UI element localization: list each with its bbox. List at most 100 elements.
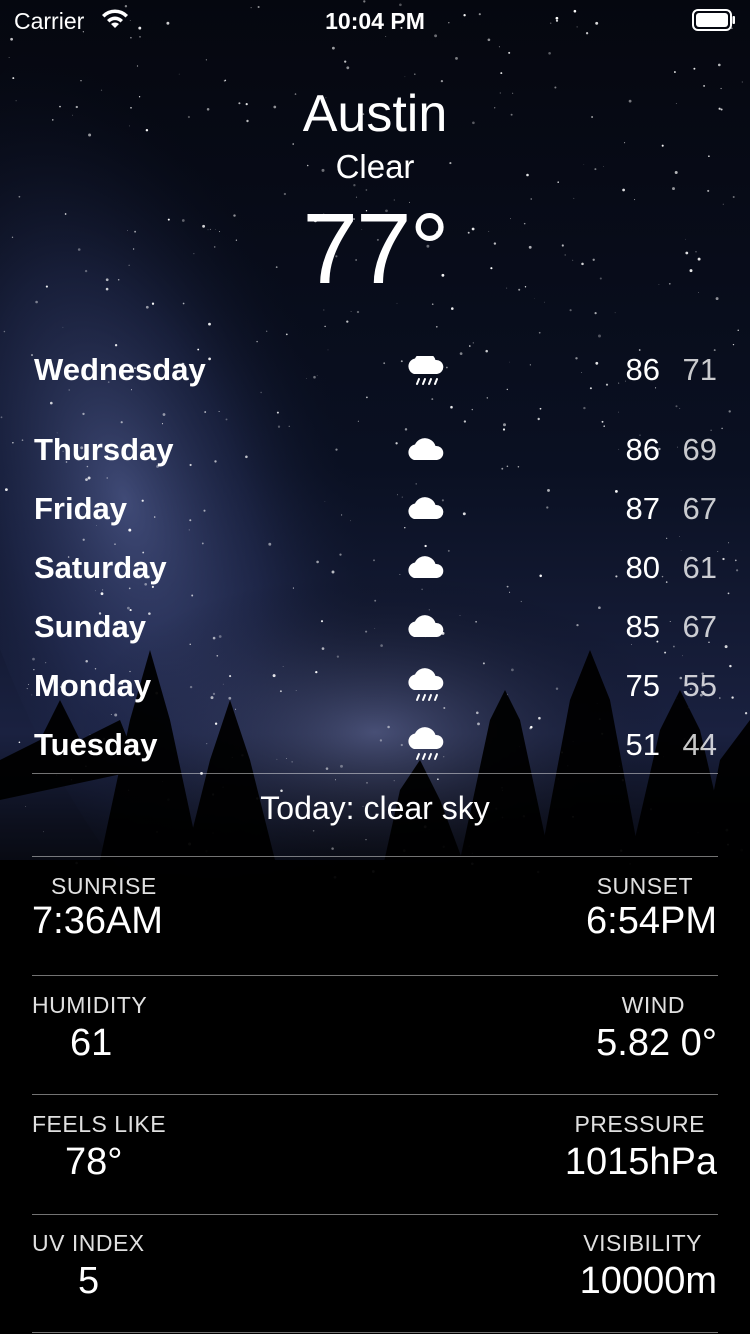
forecast-day: Thursday [34,432,174,467]
star [62,326,64,328]
star [266,330,268,332]
battery-icon [692,9,735,31]
forecast-row: Friday 87 67 [0,481,750,540]
star [327,349,329,351]
star [737,329,739,331]
divider [32,856,718,857]
star [3,330,6,333]
star [346,66,350,70]
star [741,81,743,83]
current-temperature: 77° [302,193,449,305]
status-time: 10:04 PM [325,8,425,34]
forecast-row: Sunday 85 67 [0,599,750,658]
forecast-day: Tuesday [34,727,158,762]
cloud-icon [404,546,448,590]
star [672,187,675,191]
star [365,189,368,191]
star [366,782,368,784]
pressure-value: 1015hPa [564,1141,717,1183]
forecast-high: 86 [625,432,660,467]
divider [32,773,718,774]
forecast-high: 75 [625,668,660,703]
star [485,349,488,353]
star [437,778,439,780]
forecast-row: Tuesday 51 44 [0,717,750,766]
humidity-value: 61 [70,1022,113,1064]
star [732,343,735,346]
rain-cloud-icon [404,723,448,766]
star [223,79,226,82]
forecast-row: Wednesday 86 71 [0,356,750,401]
visibility-label: VISIBILITY [583,1230,702,1256]
uv-index-label: UV INDEX [32,1230,145,1256]
daily-forecast-list[interactable]: Wednesday 86 71 Thursday 86 69 Friday 87… [0,356,750,766]
cloud-icon [404,487,448,531]
star [693,67,696,70]
star [498,46,500,48]
star [638,349,641,351]
forecast-low: 71 [682,356,717,387]
forecast-low: 67 [682,491,717,526]
forecast-row: Thursday 86 69 [0,422,750,481]
current-condition: Clear [335,148,415,185]
star [285,333,288,336]
sunrise-label: SUNRISE [51,873,157,899]
wind-value: 5.82 0° [596,1022,717,1064]
today-summary: Today: clear sky [260,790,490,826]
star [414,73,416,75]
star [178,73,180,75]
star [661,144,664,147]
star [335,779,336,781]
star [673,71,676,73]
wind-label: WIND [621,992,685,1018]
star [323,309,325,311]
star [356,310,360,314]
star [472,342,474,344]
star [331,847,334,850]
star [440,79,444,83]
star [346,320,349,323]
star [569,309,572,312]
forecast-low: 44 [682,727,717,762]
star [500,72,503,75]
star [538,331,541,334]
star [717,63,721,67]
star [598,334,601,338]
forecast-low: 67 [682,609,717,644]
forecast-low: 69 [682,432,717,467]
uv-index-value: 5 [78,1260,100,1302]
forecast-row: Monday 75 55 [0,658,750,717]
star [312,829,315,832]
cloud-icon [404,428,448,472]
star [365,839,367,841]
star [208,322,211,326]
star [42,831,44,833]
forecast-day: Saturday [34,550,167,585]
star [12,77,15,80]
sunset-value: 6:54PM [586,900,717,942]
forecast-day: Wednesday [34,356,206,387]
rain-cloud-icon [404,664,448,708]
forecast-high: 87 [625,491,660,526]
star [205,59,207,61]
star [331,46,335,50]
star [344,60,347,63]
star [622,188,625,192]
star [508,51,511,54]
forecast-day: Monday [34,668,152,703]
forecast-low: 61 [682,550,717,585]
divider [32,1094,718,1095]
star [8,57,10,58]
star [197,348,200,351]
star [455,56,458,60]
feels-like-label: FEELS LIKE [32,1111,167,1137]
star [548,52,551,55]
star [136,65,139,67]
sunrise-value: 7:36AM [32,900,163,942]
star [404,76,406,78]
status-bar: Carrier 10:04 PM [0,0,750,40]
star [468,345,471,347]
star [614,312,616,314]
forecast-low: 55 [682,668,717,703]
rain-cloud-icon [404,356,448,392]
